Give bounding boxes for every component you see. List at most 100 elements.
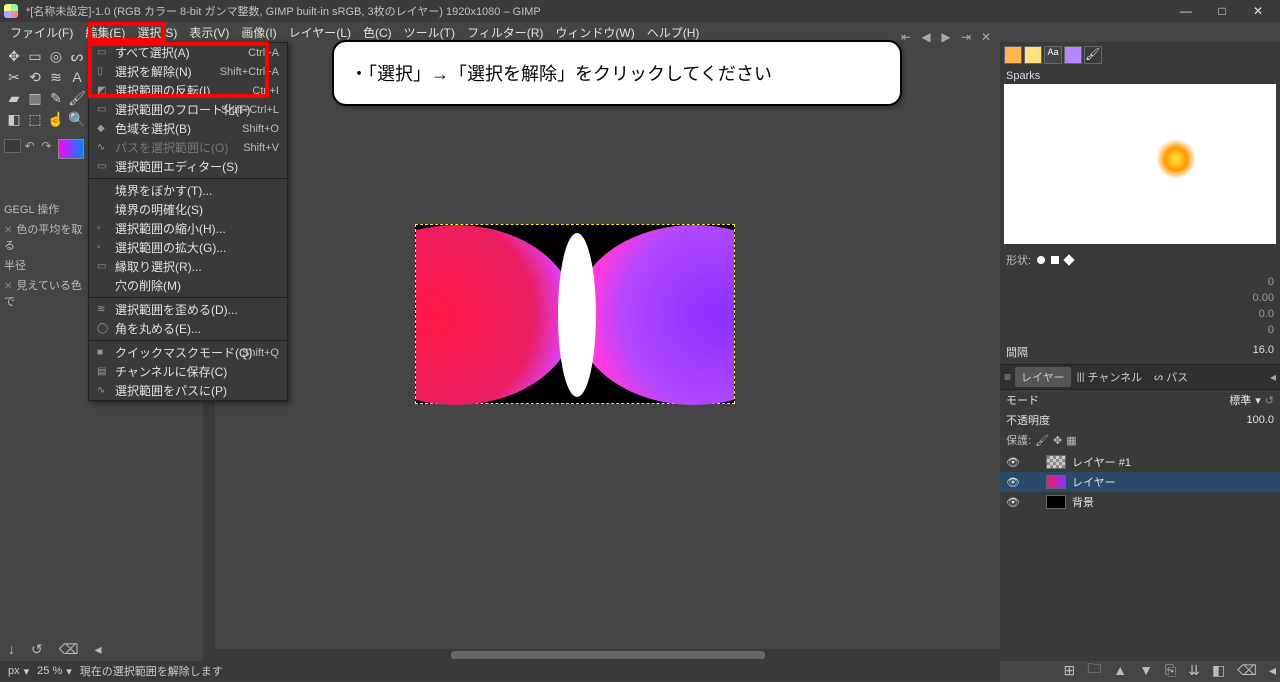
scrollbar-thumb[interactable] bbox=[451, 651, 765, 659]
tool-eraser[interactable]: ◧ bbox=[4, 109, 24, 129]
menu-feather[interactable]: 境界をぼかす(T)... bbox=[89, 181, 287, 200]
menu-to-channel[interactable]: ▤チャンネルに保存(C) bbox=[89, 362, 287, 381]
spacing-row[interactable]: 間隔 16.0 bbox=[1000, 340, 1280, 364]
mode-value[interactable]: 標準 bbox=[1229, 392, 1251, 408]
redo-icon[interactable]: ↷ bbox=[41, 139, 54, 153]
mode-reset-icon[interactable]: ↺ bbox=[1265, 394, 1274, 407]
tool-warp[interactable]: ≋ bbox=[46, 67, 66, 87]
menu-quick-mask[interactable]: ■ クイックマスクモード(Q) Shift+Q bbox=[89, 343, 287, 362]
lower-layer-icon[interactable]: ▼ bbox=[1139, 662, 1153, 678]
tool-brush[interactable]: 🖌 bbox=[67, 88, 87, 108]
menu-icon[interactable]: ◂ bbox=[95, 641, 102, 658]
delete-icon[interactable]: ⌫ bbox=[59, 641, 79, 658]
tool-lasso[interactable]: ᔕ bbox=[67, 46, 87, 66]
tool-gradient[interactable]: ▥ bbox=[25, 88, 45, 108]
param-row[interactable]: 0.00 bbox=[1006, 290, 1274, 306]
merge-down-icon[interactable]: ⇊ bbox=[1188, 662, 1200, 679]
canvas-viewport[interactable] bbox=[215, 54, 1000, 661]
gradient-swatch[interactable] bbox=[58, 139, 84, 159]
eye-icon[interactable]: 👁 bbox=[1006, 496, 1020, 509]
menu-edit[interactable]: 編集(E) bbox=[79, 22, 131, 43]
tool-pencil[interactable]: ✎ bbox=[46, 88, 66, 108]
lock-pixels-icon[interactable]: 🖌 bbox=[1035, 434, 1049, 447]
maximize-button[interactable]: □ bbox=[1212, 4, 1232, 18]
tab-options-icon[interactable]: ◂ bbox=[1270, 370, 1276, 384]
new-group-icon[interactable]: 🗀 bbox=[1087, 658, 1101, 682]
chevron-down-icon[interactable]: ▾ bbox=[1255, 394, 1261, 407]
unit-selector[interactable]: px▾ bbox=[8, 665, 29, 678]
param-row[interactable]: 0 bbox=[1006, 322, 1274, 338]
lock-position-icon[interactable]: ✥ bbox=[1053, 434, 1062, 447]
menu-image[interactable]: 画像(I) bbox=[235, 22, 282, 43]
menu-select-none[interactable]: ▯ 選択を解除(N) Shift+Ctrl+A bbox=[89, 62, 287, 81]
canvas-image[interactable] bbox=[415, 224, 735, 404]
raise-layer-icon[interactable]: ▲ bbox=[1113, 662, 1127, 678]
lock-alpha-icon[interactable]: ▦ bbox=[1066, 434, 1076, 447]
tool-text[interactable]: A bbox=[67, 67, 87, 87]
mask-layer-icon[interactable]: ◧ bbox=[1212, 662, 1225, 679]
eye-icon[interactable]: 👁 bbox=[1006, 456, 1020, 469]
tool-rect-select[interactable]: ▭ bbox=[25, 46, 45, 66]
menu-remove-holes[interactable]: 穴の削除(M) bbox=[89, 276, 287, 295]
shape-circle-icon[interactable] bbox=[1037, 256, 1045, 264]
menu-shrink[interactable]: ▫選択範囲の縮小(H)... bbox=[89, 219, 287, 238]
param-row[interactable]: 0.0 bbox=[1006, 306, 1274, 322]
menu-rounded[interactable]: ◯角を丸める(E)... bbox=[89, 319, 287, 338]
menu-invert[interactable]: ◩ 選択範囲の反転(I) Ctrl+I bbox=[89, 81, 287, 100]
separator bbox=[89, 340, 287, 341]
param-row[interactable]: 0 bbox=[1006, 274, 1274, 290]
menu-file[interactable]: ファイル(F) bbox=[4, 22, 79, 43]
tool-smudge[interactable]: ☝ bbox=[46, 109, 66, 129]
menu-border[interactable]: ▭縁取り選択(R)... bbox=[89, 257, 287, 276]
gegl-row3[interactable]: 見えている色で bbox=[4, 280, 82, 308]
layer-row[interactable]: 👁 レイヤー #1 bbox=[1000, 452, 1280, 472]
menu-sel-editor[interactable]: ▭ 選択範囲エディター(S) bbox=[89, 157, 287, 176]
close-button[interactable]: ✕ bbox=[1248, 4, 1268, 18]
brush-tab-icon[interactable]: 🖌 bbox=[1084, 46, 1102, 64]
swatch-tab-2[interactable] bbox=[1024, 46, 1042, 64]
tool-rotate[interactable]: ⟲ bbox=[25, 67, 45, 87]
tab-paths[interactable]: ᔕパス bbox=[1148, 367, 1194, 387]
new-layer-icon[interactable]: ⊞ bbox=[1064, 662, 1076, 679]
layer-menu-icon[interactable]: ◂ bbox=[1269, 662, 1276, 679]
menu-select[interactable]: 選択(S) bbox=[131, 22, 183, 43]
menu-by-color[interactable]: ◆ 色域を選択(B) Shift+O bbox=[89, 119, 287, 138]
eye-icon[interactable]: 👁 bbox=[1006, 476, 1020, 489]
layer-row[interactable]: 👁 背景 bbox=[1000, 492, 1280, 512]
zoom-selector[interactable]: 25 %▾ bbox=[37, 665, 72, 678]
tool-zoom[interactable]: 🔍 bbox=[67, 109, 87, 129]
tab-layers[interactable]: レイヤー bbox=[1015, 367, 1071, 387]
reset-icon[interactable]: ↓ bbox=[8, 641, 15, 657]
shape-square-icon[interactable] bbox=[1051, 256, 1059, 264]
brush-preview[interactable] bbox=[1004, 84, 1276, 244]
menu-float[interactable]: ▭ 選択範囲のフロート化(F) Shift+Ctrl+L bbox=[89, 100, 287, 119]
tool-move[interactable]: ✥ bbox=[4, 46, 24, 66]
swatch-tab-1[interactable] bbox=[1004, 46, 1022, 64]
menu-grow[interactable]: ▫選択範囲の拡大(G)... bbox=[89, 238, 287, 257]
scrollbar-horizontal[interactable] bbox=[215, 649, 1000, 661]
menu-to-path[interactable]: ∿選択範囲をパスに(P) bbox=[89, 381, 287, 400]
menu-distort[interactable]: ≋選択範囲を歪める(D)... bbox=[89, 300, 287, 319]
restore-icon[interactable]: ↺ bbox=[31, 641, 43, 658]
tool-free-select[interactable]: ◎ bbox=[46, 46, 66, 66]
swatch-tab-3[interactable] bbox=[1064, 46, 1082, 64]
tool-clone[interactable]: ⬚ bbox=[25, 109, 45, 129]
tab-channels[interactable]: |||チャンネル bbox=[1071, 367, 1148, 387]
gegl-row1[interactable]: 色の平均を取る bbox=[4, 224, 82, 252]
opacity-row[interactable]: 不透明度 100.0 bbox=[1000, 410, 1280, 430]
text-tab[interactable]: Aa bbox=[1044, 46, 1062, 64]
tool-bucket[interactable]: ▰ bbox=[4, 88, 24, 108]
shape-diamond-icon[interactable] bbox=[1063, 254, 1074, 265]
tabs-menu-icon[interactable]: ≡ bbox=[1004, 370, 1011, 384]
fg-bg-swap[interactable] bbox=[4, 139, 21, 153]
menu-sharpen[interactable]: 境界の明確化(S) bbox=[89, 200, 287, 219]
menu-view[interactable]: 表示(V) bbox=[183, 22, 235, 43]
minimize-button[interactable]: — bbox=[1176, 4, 1196, 18]
layer-row[interactable]: 👁 レイヤー bbox=[1000, 472, 1280, 492]
delete-layer-icon[interactable]: ⌫ bbox=[1237, 662, 1257, 679]
gegl-row2[interactable]: 半径 bbox=[4, 255, 84, 275]
duplicate-layer-icon[interactable]: ⎘ bbox=[1165, 662, 1176, 679]
tool-crop[interactable]: ✂ bbox=[4, 67, 24, 87]
undo-history-icon[interactable]: ↶ bbox=[25, 139, 38, 153]
menu-select-all[interactable]: ▭ すべて選択(A) Ctrl+A bbox=[89, 43, 287, 62]
